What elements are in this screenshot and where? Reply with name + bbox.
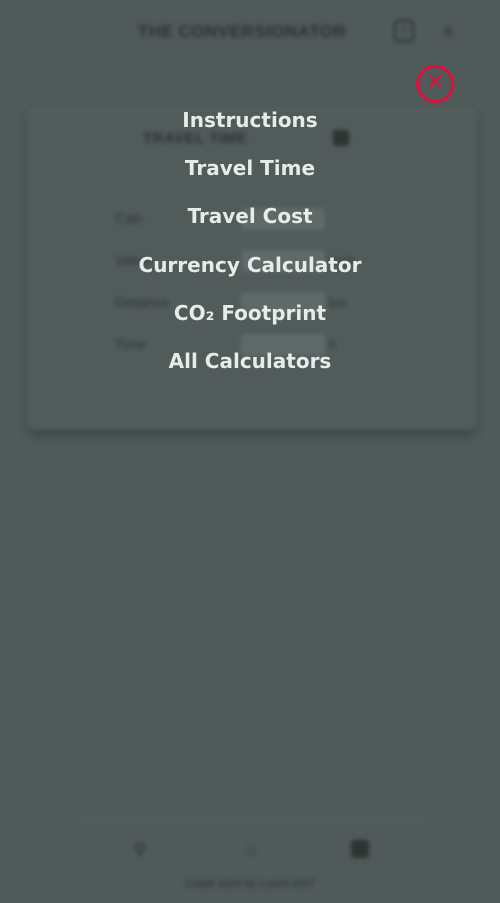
card-title: TRAVEL TIME [143, 130, 248, 147]
menu-item-all-calculators[interactable]: All Calculators [0, 349, 500, 373]
menu-icon: ≡ [442, 21, 454, 41]
menu-item-co2-footprint[interactable]: CO₂ Footprint [0, 301, 500, 325]
calculator-icon [351, 840, 369, 858]
card-icon [333, 130, 349, 146]
help-icon: ? [394, 20, 414, 42]
background-app: THE CONVERSIONATOR ? ≡ TRAVEL TIME Calc … [0, 0, 500, 903]
person-icon: ⚲ [133, 840, 147, 859]
menu-item-instructions[interactable]: Instructions [0, 108, 500, 132]
menu-item-currency-calculator[interactable]: Currency Calculator [0, 253, 500, 277]
menu-item-travel-cost[interactable]: Travel Cost [0, 204, 500, 228]
home-icon: ⌂ [245, 840, 257, 859]
menu-item-travel-time[interactable]: Travel Time [0, 156, 500, 180]
copyright-text: Credit 2024 by Lorem EST [184, 878, 316, 890]
close-menu-button[interactable]: ✕ [416, 65, 454, 103]
footer-divider [80, 820, 426, 821]
